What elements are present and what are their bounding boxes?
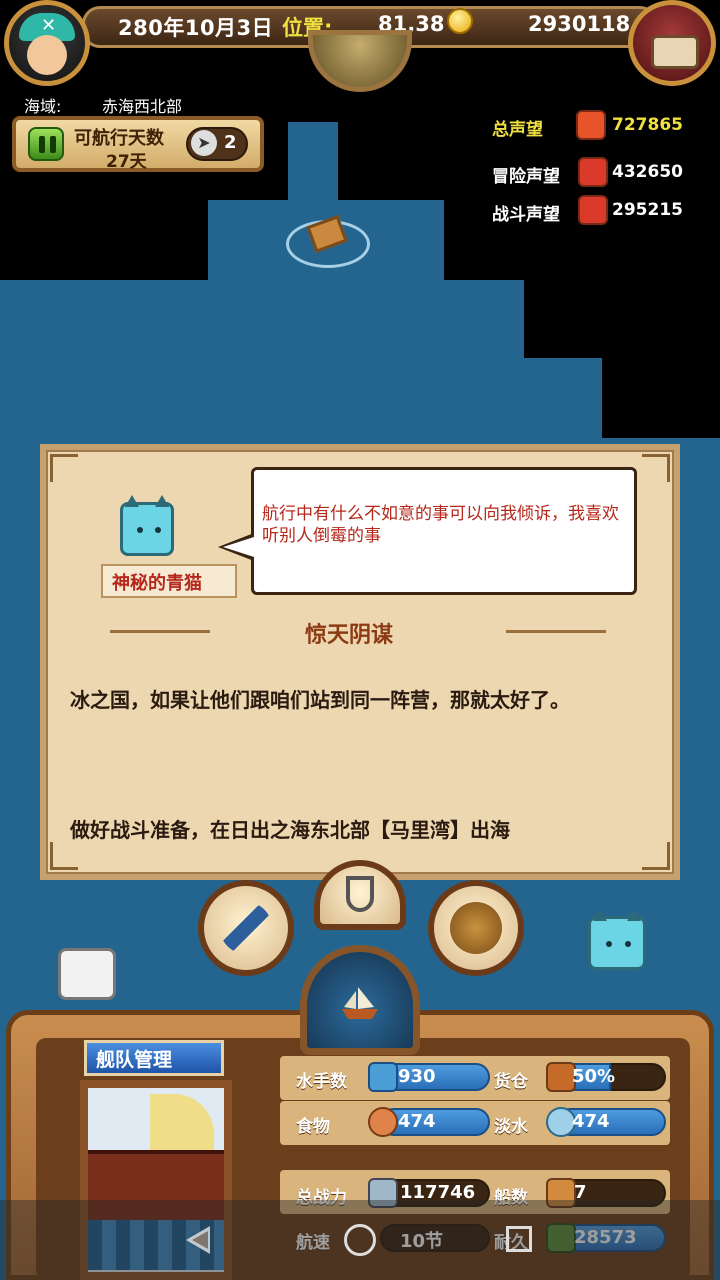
fast-forward-icon[interactable]: ➤ [191, 130, 217, 156]
food-value: 474 [398, 1111, 436, 1132]
telescope-icon [220, 902, 272, 954]
treasure-chest-icon[interactable] [628, 0, 716, 86]
dialog-corner [642, 842, 670, 870]
ghost-npc-icon [58, 948, 116, 1000]
battle-reputation-icon [578, 195, 608, 225]
gold-coin-icon [447, 8, 473, 34]
title-divider [506, 630, 606, 633]
adventure-reputation-icon [578, 157, 608, 187]
game-date: 280年10月3日 [118, 16, 274, 40]
sea-tile[interactable] [288, 122, 338, 202]
recent-apps-icon[interactable] [506, 1226, 532, 1252]
world-map-icon [450, 902, 502, 954]
home-icon[interactable] [344, 1224, 376, 1256]
total-reputation-label: 总声望 [492, 120, 543, 140]
fast-forward-count: 2 [224, 132, 237, 153]
gold-amount: 2930118 [528, 12, 631, 36]
quest-objective: 做好战斗准备，在日出之海东北部【马里湾】出海 [70, 818, 510, 842]
globe-icon[interactable] [308, 30, 412, 92]
cat-npc-icon [120, 495, 174, 556]
dialog-corner [642, 454, 670, 482]
pause-icon[interactable] [28, 127, 64, 161]
battle-reputation-value: 295215 [612, 200, 683, 220]
dialog-corner [50, 454, 78, 482]
water-label: 淡水 [494, 1117, 528, 1137]
npc-name: 神秘的青猫 [112, 573, 202, 594]
telescope-button[interactable] [198, 880, 294, 976]
fleet-management-title: 舰队管理 [96, 1049, 173, 1071]
meat-icon [368, 1107, 398, 1137]
speech-tail [223, 537, 254, 557]
quest-description: 冰之国，如果让他们跟咱们站到同一阵营，那就太好了。 [70, 688, 570, 712]
battle-reputation-label: 战斗声望 [492, 205, 560, 225]
sailing-days-value: 27天 [106, 152, 147, 172]
total-reputation-icon [576, 110, 606, 140]
water-value: 474 [572, 1111, 610, 1132]
npc-speech: 航行中有什么不如意的事可以向我倾诉，我喜欢听别人倒霉的事 [262, 504, 619, 546]
cargo-value: 50% [572, 1066, 616, 1087]
back-icon-inner [192, 1231, 208, 1249]
quest-title: 惊天阴谋 [305, 623, 394, 648]
world-map-button[interactable] [428, 880, 524, 976]
sailor-icon [368, 1062, 398, 1092]
dialog-corner [50, 842, 78, 870]
adventure-reputation-label: 冒险声望 [492, 167, 560, 187]
region-name: 赤海西北部 [102, 97, 183, 116]
sea-tile[interactable] [0, 280, 524, 360]
sea-tile[interactable] [0, 358, 602, 440]
title-divider [110, 630, 210, 633]
adventure-reputation-value: 432650 [612, 162, 683, 182]
cat-npc-icon [588, 909, 646, 970]
avatar-icon[interactable] [4, 0, 90, 86]
sailors-value: 930 [398, 1066, 436, 1087]
anchor-icon [346, 876, 374, 912]
sailors-label: 水手数 [296, 1072, 347, 1092]
cargo-label: 货仓 [494, 1072, 528, 1092]
ship-icon [342, 987, 378, 1019]
food-label: 食物 [296, 1117, 330, 1137]
total-reputation-value: 727865 [612, 115, 683, 135]
region-label: 海域: [24, 97, 62, 116]
